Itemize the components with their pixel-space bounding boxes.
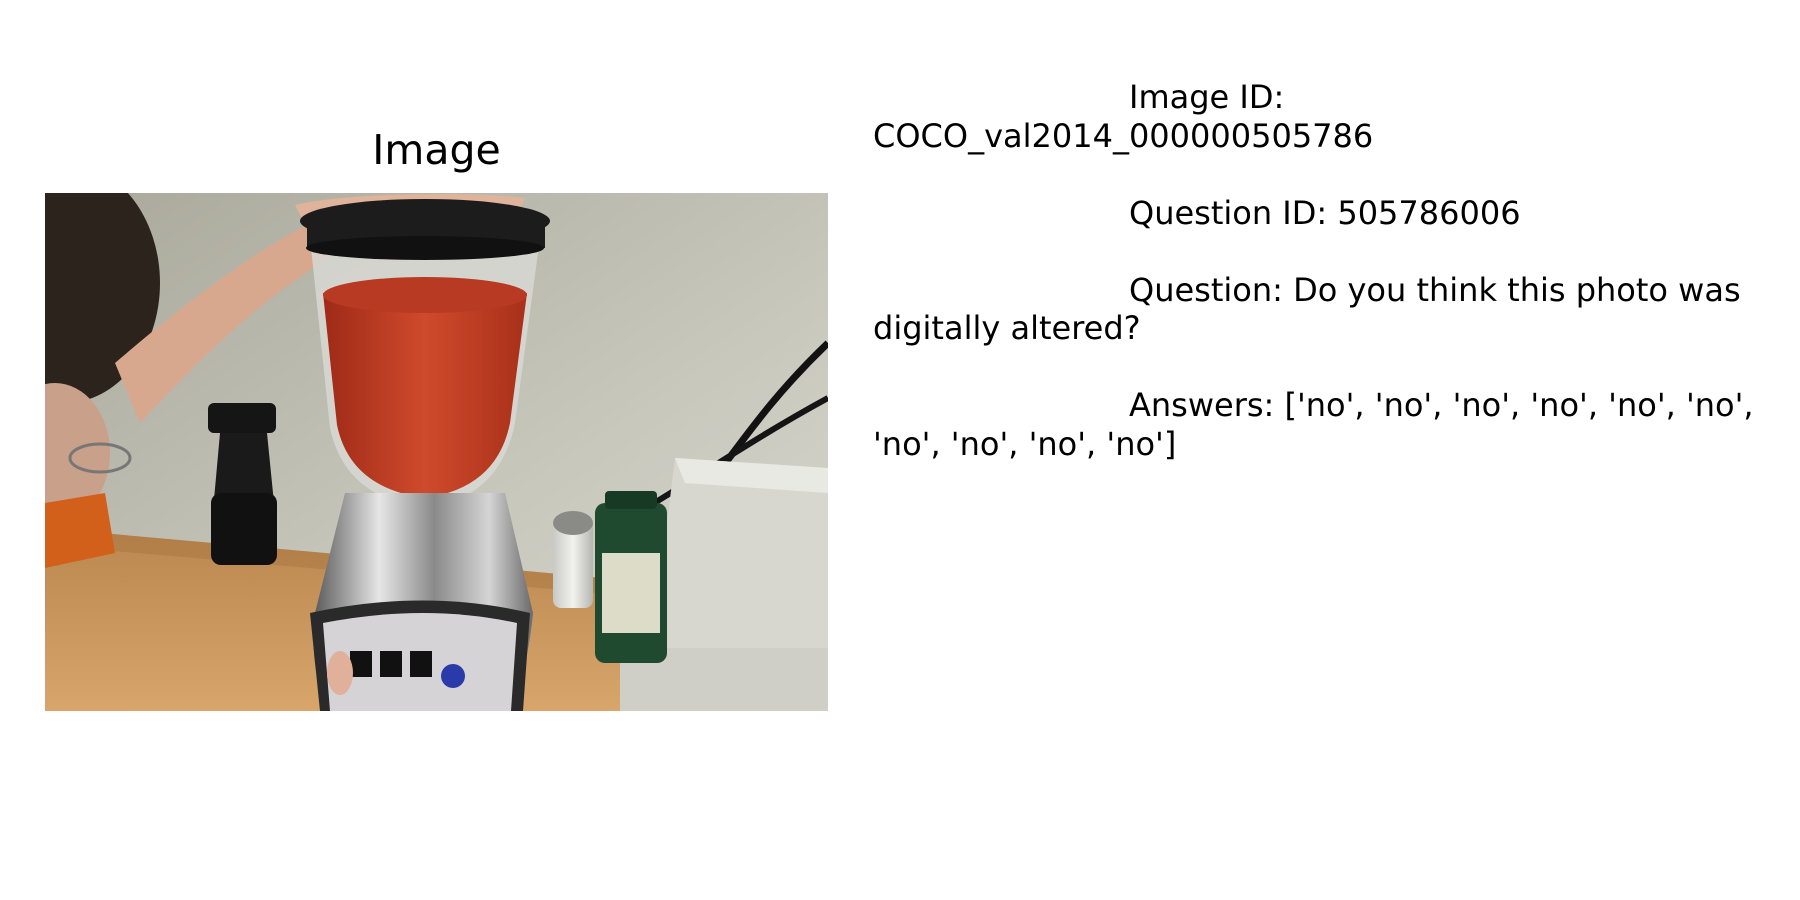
photo-illustration xyxy=(45,193,828,711)
image-id-text: Image ID: COCO_val2014_000000505786 xyxy=(873,78,1374,155)
photo-blender-icon xyxy=(45,193,828,711)
question-text: Question: Do you think this photo was di… xyxy=(873,270,1741,348)
figure-canvas: Image Image ID: COCO_val2014_00000050578… xyxy=(0,0,1800,900)
question-id-text: Question ID: 505786006 xyxy=(1129,193,1521,232)
vqa-info-panel: Image ID: COCO_val2014_000000505786 Ques… xyxy=(873,78,1783,463)
image-panel-title: Image xyxy=(372,126,501,174)
answers-text: Answers: ['no', 'no', 'no', 'no', 'no', … xyxy=(873,386,1754,463)
